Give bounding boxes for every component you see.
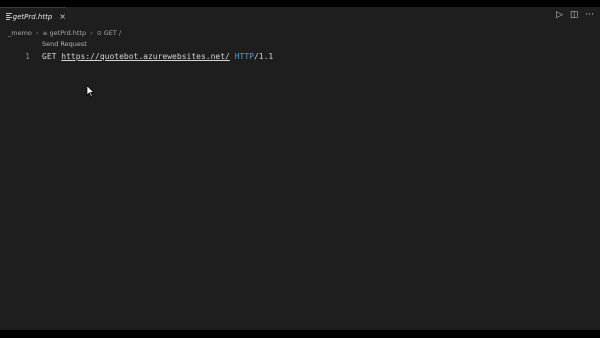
http-method: GET [42,52,57,61]
run-icon[interactable]: ▷ [556,10,563,21]
file-lines-icon [6,13,12,20]
split-editor-icon[interactable]: ◫ [570,10,579,21]
chevron-right-icon: › [35,29,39,37]
send-request-codelens[interactable]: Send Request [42,40,87,48]
editor-window: getPrd.http × ▷ ◫ ··· _memo › ≡ getPrd.h… [0,7,600,330]
symbol-icon: ⊙ [96,29,102,37]
request-url-link[interactable]: https://quotebot.azurewebsites.net/ [61,52,230,61]
tab-bar: getPrd.http × ▷ ◫ ··· [0,7,600,25]
editor-actions: ▷ ◫ ··· [556,10,594,21]
code-text[interactable]: GET https://quotebot.azurewebsites.net/ … [42,51,273,63]
http-protocol: HTTP [234,52,254,61]
close-icon[interactable]: × [59,12,66,21]
line-number: 1 [25,52,30,61]
mouse-pointer-icon [86,85,94,97]
file-lines-icon: ≡ [42,29,48,37]
http-version: /1.1 [253,52,274,61]
breadcrumb-symbol[interactable]: GET / [104,29,121,37]
tab-getprd-http[interactable]: getPrd.http × [0,7,66,25]
code-line[interactable]: 1 GET https://quotebot.azurewebsites.net… [0,51,600,63]
breadcrumb-file[interactable]: getPrd.http [50,29,87,37]
tab-label: getPrd.http [12,12,53,21]
chevron-right-icon: › [90,29,93,37]
breadcrumb: _memo › ≡ getPrd.http › ⊙ GET / [8,28,121,38]
breadcrumb-folder[interactable]: _memo [8,29,32,37]
more-actions-icon[interactable]: ··· [585,10,594,21]
